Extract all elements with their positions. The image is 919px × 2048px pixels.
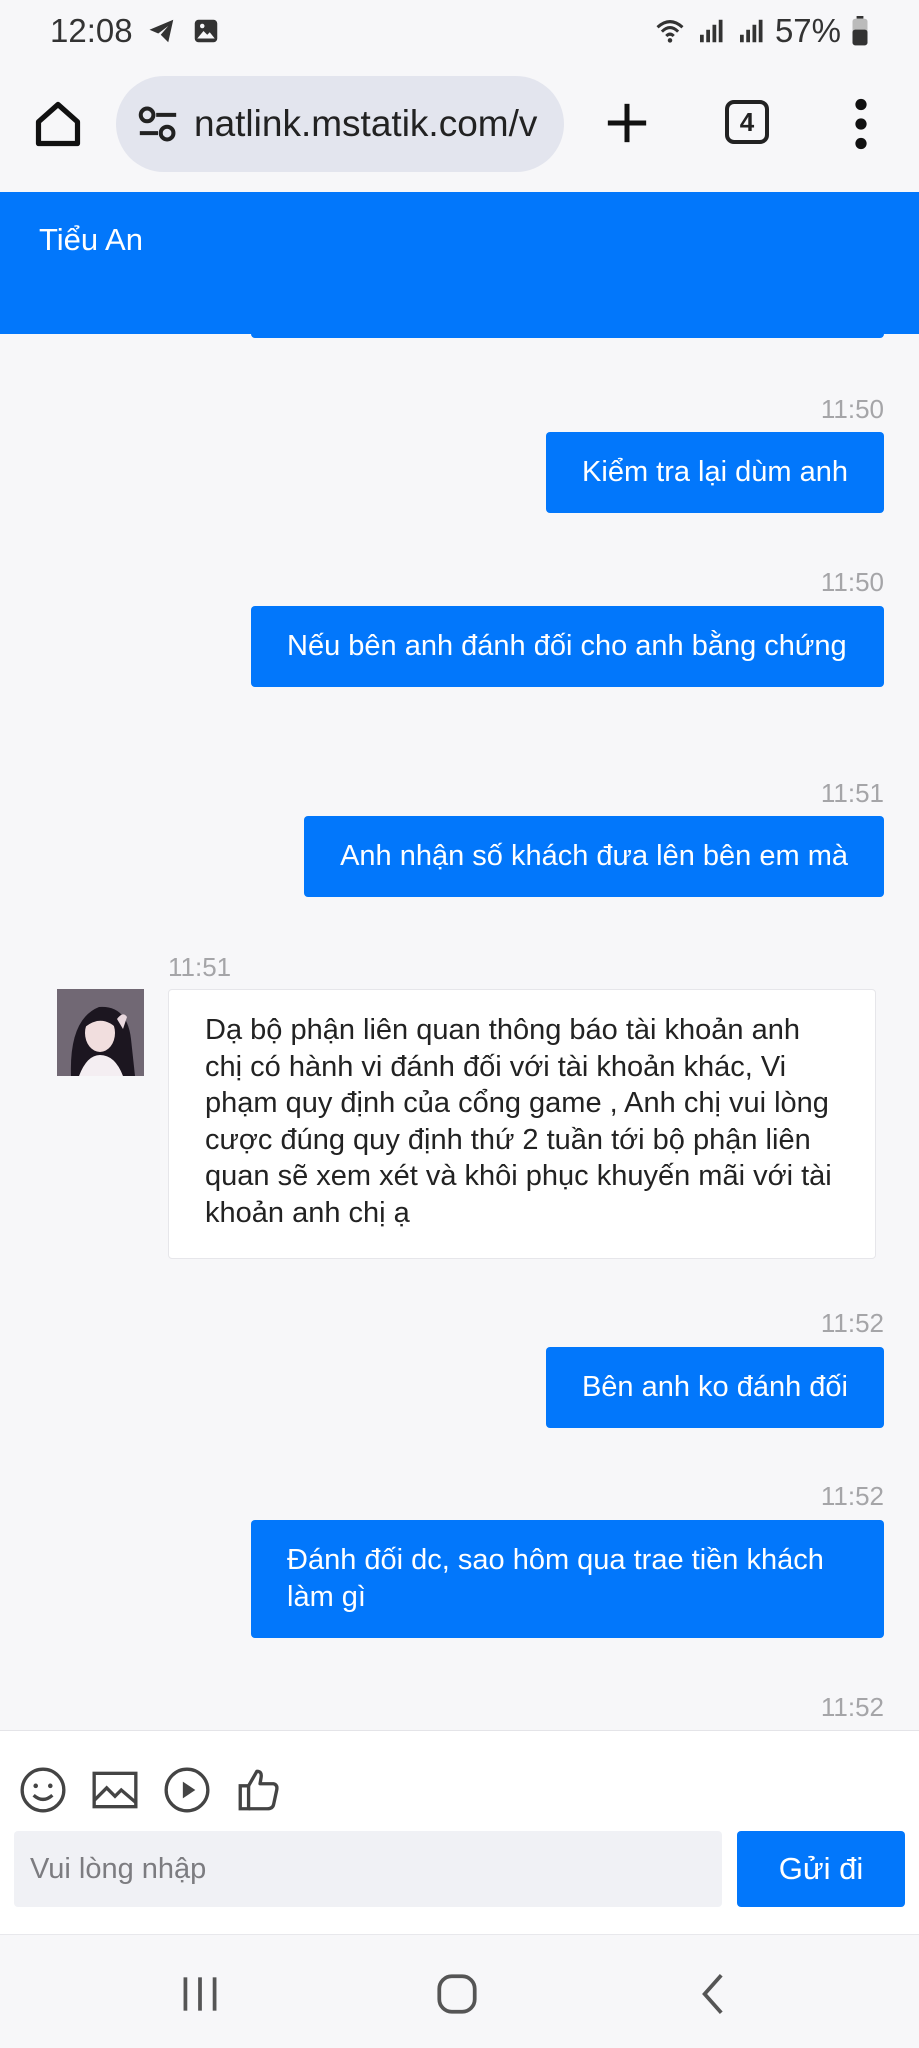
chat-header: Tiểu An <box>0 192 919 334</box>
tabs-icon[interactable]: 4 <box>725 100 769 144</box>
home-nav-icon[interactable] <box>432 1969 482 2019</box>
message-input[interactable] <box>14 1831 722 1907</box>
message-bubble-incoming[interactable]: Dạ bộ phận liên quan thông báo tài khoản… <box>168 989 876 1259</box>
signal-icon <box>739 19 763 43</box>
browser-toolbar: natlink.mstatik.com/v 4 <box>0 62 919 192</box>
battery-percent: 57% <box>774 12 841 49</box>
chat-messages[interactable]: 11:50 Kiểm tra lại dùm anh 11:50 Nếu bên… <box>0 334 919 1730</box>
home-icon[interactable] <box>32 98 84 150</box>
message-time: 11:52 <box>820 1308 884 1338</box>
tab-count: 4 <box>739 106 755 137</box>
message-time: 11:52 <box>820 1692 884 1722</box>
telegram-icon <box>149 19 173 43</box>
message-time: 11:52 <box>820 1481 884 1511</box>
avatar <box>57 989 144 1076</box>
wifi-icon <box>656 20 684 43</box>
message-bubble-outgoing[interactable]: Đánh đối dc, sao hôm qua trae tiền khách… <box>251 1520 884 1638</box>
message-bubble-outgoing[interactable]: Bên anh ko đánh đối <box>545 1347 884 1428</box>
signal-icon <box>699 19 723 43</box>
message-time: 11:50 <box>820 567 884 597</box>
more-vert-icon[interactable] <box>850 98 872 150</box>
status-bar: 12:08 57% <box>0 0 919 62</box>
message-composer: Gửi đi <box>0 1730 919 1934</box>
emoji-icon[interactable] <box>18 1765 68 1815</box>
message-bubble-outgoing[interactable]: Kiểm tra lại dùm anh <box>546 432 884 513</box>
chat-title: Tiểu An <box>39 222 143 257</box>
address-bar[interactable]: natlink.mstatik.com/v <box>116 76 564 172</box>
message-time: 11:51 <box>168 952 232 982</box>
url-text[interactable]: natlink.mstatik.com/v <box>194 103 554 145</box>
send-button[interactable]: Gửi đi <box>737 1831 905 1907</box>
recent-apps-icon[interactable] <box>175 1969 225 2019</box>
image-icon[interactable] <box>90 1765 140 1815</box>
message-bubble-outgoing[interactable]: Anh nhận số khách đưa lên bên em mà <box>304 816 884 897</box>
message-bubble-outgoing[interactable]: Nếu bên anh đánh đối cho anh bằng chứng <box>251 606 884 687</box>
message-time: 11:51 <box>820 778 884 808</box>
site-settings-icon[interactable] <box>136 104 180 144</box>
video-icon[interactable] <box>162 1765 212 1815</box>
message-bubble-partial <box>251 334 884 338</box>
back-icon[interactable] <box>690 1969 740 2019</box>
message-time: 11:50 <box>820 394 884 424</box>
system-nav-bar <box>0 1934 919 2048</box>
like-icon[interactable] <box>234 1765 284 1815</box>
gallery-icon <box>194 19 217 43</box>
status-time: 12:08 <box>50 12 133 49</box>
plus-icon[interactable] <box>604 100 650 146</box>
battery-icon <box>852 16 868 46</box>
